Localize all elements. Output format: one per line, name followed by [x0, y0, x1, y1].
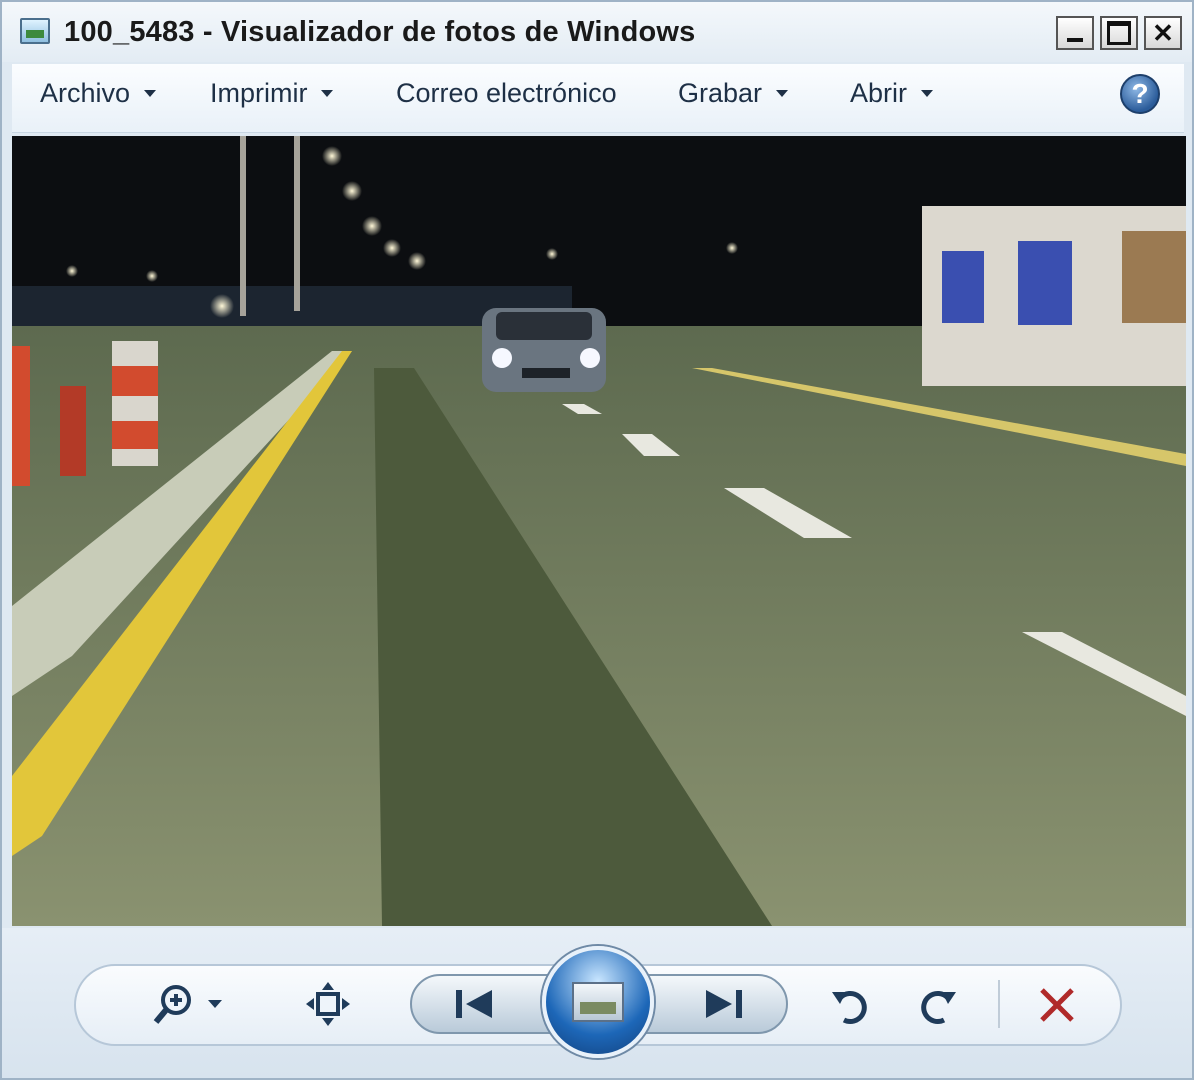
photo-display	[12, 136, 1186, 926]
fit-window-button[interactable]	[302, 980, 354, 1030]
chevron-down-icon	[144, 90, 157, 97]
photo-viewer-window: 100_5483 - Visualizador de fotos de Wind…	[0, 0, 1194, 1080]
app-icon	[20, 18, 50, 44]
menu-bar: Archivo Imprimir Correo electrónico Grab…	[12, 64, 1184, 133]
window-title: 100_5483 - Visualizador de fotos de Wind…	[64, 16, 696, 48]
rotate-left-button[interactable]	[826, 980, 876, 1030]
menu-correo-label: Correo electrónico	[396, 78, 617, 108]
next-button[interactable]	[694, 982, 750, 1026]
chevron-down-icon	[921, 90, 934, 97]
menu-grabar-label: Grabar	[678, 78, 763, 108]
zoom-icon	[153, 985, 222, 1024]
menu-correo[interactable]: Correo electrónico	[396, 78, 617, 109]
menu-abrir-label: Abrir	[850, 78, 908, 108]
menu-grabar[interactable]: Grabar	[678, 78, 789, 109]
rotate-right-button[interactable]	[912, 980, 962, 1030]
menu-archivo[interactable]: Archivo	[40, 78, 157, 109]
minimize-button[interactable]	[1056, 16, 1094, 50]
zoom-button[interactable]	[150, 980, 230, 1030]
title-bar[interactable]: 100_5483 - Visualizador de fotos de Wind…	[2, 2, 1192, 62]
previous-icon	[456, 990, 492, 1018]
next-icon	[706, 990, 742, 1018]
car	[482, 308, 606, 392]
minimize-icon	[1067, 38, 1083, 42]
menu-archivo-label: Archivo	[40, 78, 131, 108]
maximize-icon	[1107, 21, 1131, 45]
chevron-down-icon	[321, 90, 334, 97]
menu-abrir[interactable]: Abrir	[850, 78, 934, 109]
bottom-toolbar	[2, 928, 1192, 1078]
close-icon: ✕	[1152, 17, 1174, 48]
menu-imprimir-label: Imprimir	[210, 78, 308, 108]
menu-imprimir[interactable]: Imprimir	[210, 78, 334, 109]
delete-button[interactable]	[1032, 980, 1082, 1030]
help-icon[interactable]: ?	[1120, 74, 1160, 114]
maximize-button[interactable]	[1100, 16, 1138, 50]
rotate-ccw-icon	[832, 991, 867, 1024]
rotate-cw-icon	[921, 991, 956, 1024]
chevron-down-icon	[776, 90, 789, 97]
delete-icon	[1040, 988, 1074, 1022]
slideshow-icon	[572, 982, 624, 1022]
previous-button[interactable]	[448, 982, 504, 1026]
close-button[interactable]: ✕	[1144, 16, 1182, 50]
fit-window-icon	[306, 982, 350, 1026]
toolbar-separator	[998, 980, 1000, 1028]
photo-image	[12, 136, 1186, 926]
window-controls: ✕	[1056, 16, 1182, 50]
slideshow-button[interactable]	[542, 946, 654, 1058]
